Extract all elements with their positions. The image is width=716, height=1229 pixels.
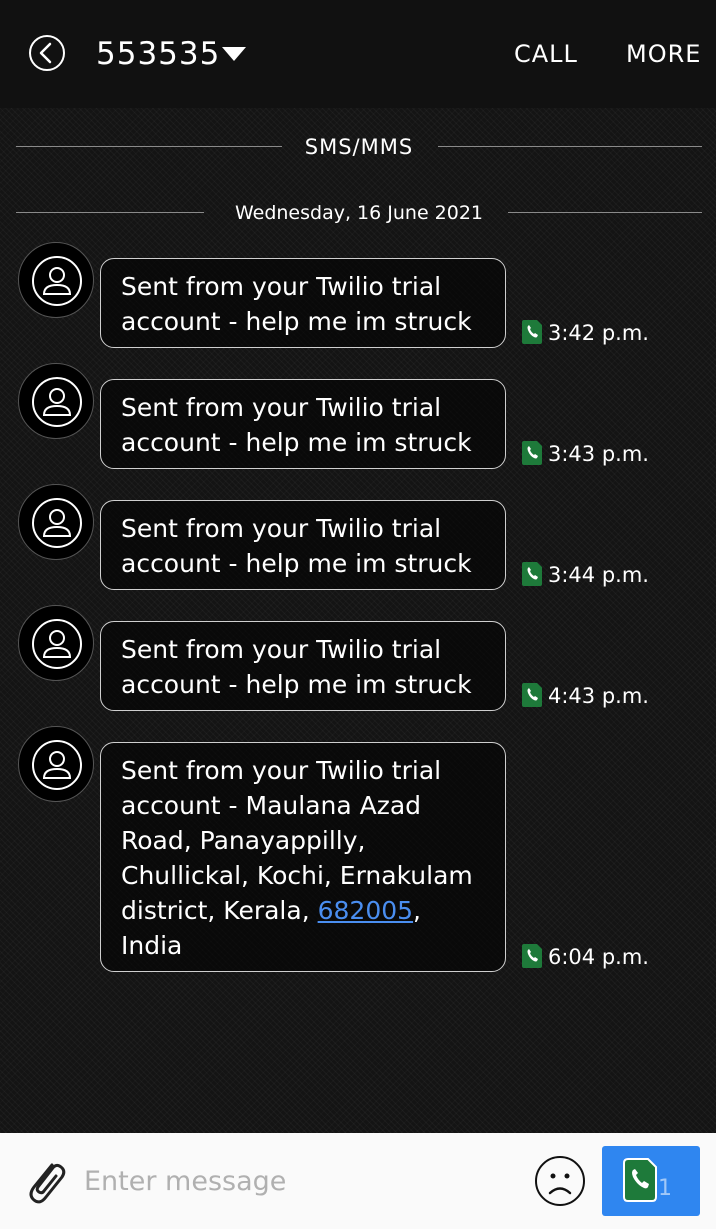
back-icon[interactable] <box>28 34 66 72</box>
message-bubble[interactable]: Sent from your Twilio trial account - he… <box>100 621 506 711</box>
person-icon <box>32 619 82 669</box>
person-icon <box>32 740 82 790</box>
sim-phone-icon <box>522 944 542 968</box>
message-meta: 4:43 p.m. <box>520 681 680 711</box>
date-divider: Wednesday, 16 June 2021 <box>16 198 702 228</box>
date-label: Wednesday, 16 June 2021 <box>234 202 484 224</box>
message-type-label: SMS/MMS <box>304 135 414 159</box>
composer-bar: 1 <box>0 1133 716 1229</box>
chevron-down-icon[interactable] <box>220 45 248 63</box>
postal-code-link[interactable]: 682005 <box>318 896 413 925</box>
message-time: 3:42 p.m. <box>548 321 649 345</box>
contact-title[interactable]: 553535 <box>96 34 220 74</box>
sim-phone-icon <box>522 441 542 465</box>
avatar[interactable] <box>18 484 94 560</box>
avatar[interactable] <box>18 605 94 681</box>
send-button[interactable]: 1 <box>602 1146 700 1216</box>
sim-phone-icon <box>623 1158 657 1202</box>
person-icon <box>32 498 82 548</box>
avatar[interactable] <box>18 726 94 802</box>
message-meta: 3:44 p.m. <box>520 560 680 590</box>
message-meta: 3:43 p.m. <box>520 439 680 469</box>
message-bubble[interactable]: Sent from your Twilio trial account - he… <box>100 379 506 469</box>
message-time: 3:43 p.m. <box>548 442 649 466</box>
message-input[interactable] <box>84 1155 504 1207</box>
message-bubble[interactable]: Sent from your Twilio trial account - Ma… <box>100 742 506 972</box>
message-meta: 3:42 p.m. <box>520 318 680 348</box>
more-button[interactable]: MORE <box>626 38 701 70</box>
avatar[interactable] <box>18 242 94 318</box>
message-time: 3:44 p.m. <box>548 563 649 587</box>
app-header: 553535 CALL MORE <box>0 0 716 108</box>
sad-face-icon[interactable] <box>534 1155 586 1207</box>
avatar[interactable] <box>18 363 94 439</box>
person-icon <box>32 377 82 427</box>
message-bubble[interactable]: Sent from your Twilio trial account - he… <box>100 258 506 348</box>
person-icon <box>32 256 82 306</box>
paperclip-icon[interactable] <box>22 1157 68 1207</box>
message-meta: 6:04 p.m. <box>520 942 680 972</box>
sim-badge: 1 <box>658 1176 672 1201</box>
sim-phone-icon <box>522 683 542 707</box>
message-type-divider: SMS/MMS <box>16 132 702 162</box>
message-time: 6:04 p.m. <box>548 945 649 969</box>
call-button[interactable]: CALL <box>514 38 578 70</box>
sim-phone-icon <box>522 562 542 586</box>
message-time: 4:43 p.m. <box>548 684 649 708</box>
sim-phone-icon <box>522 320 542 344</box>
message-bubble[interactable]: Sent from your Twilio trial account - he… <box>100 500 506 590</box>
